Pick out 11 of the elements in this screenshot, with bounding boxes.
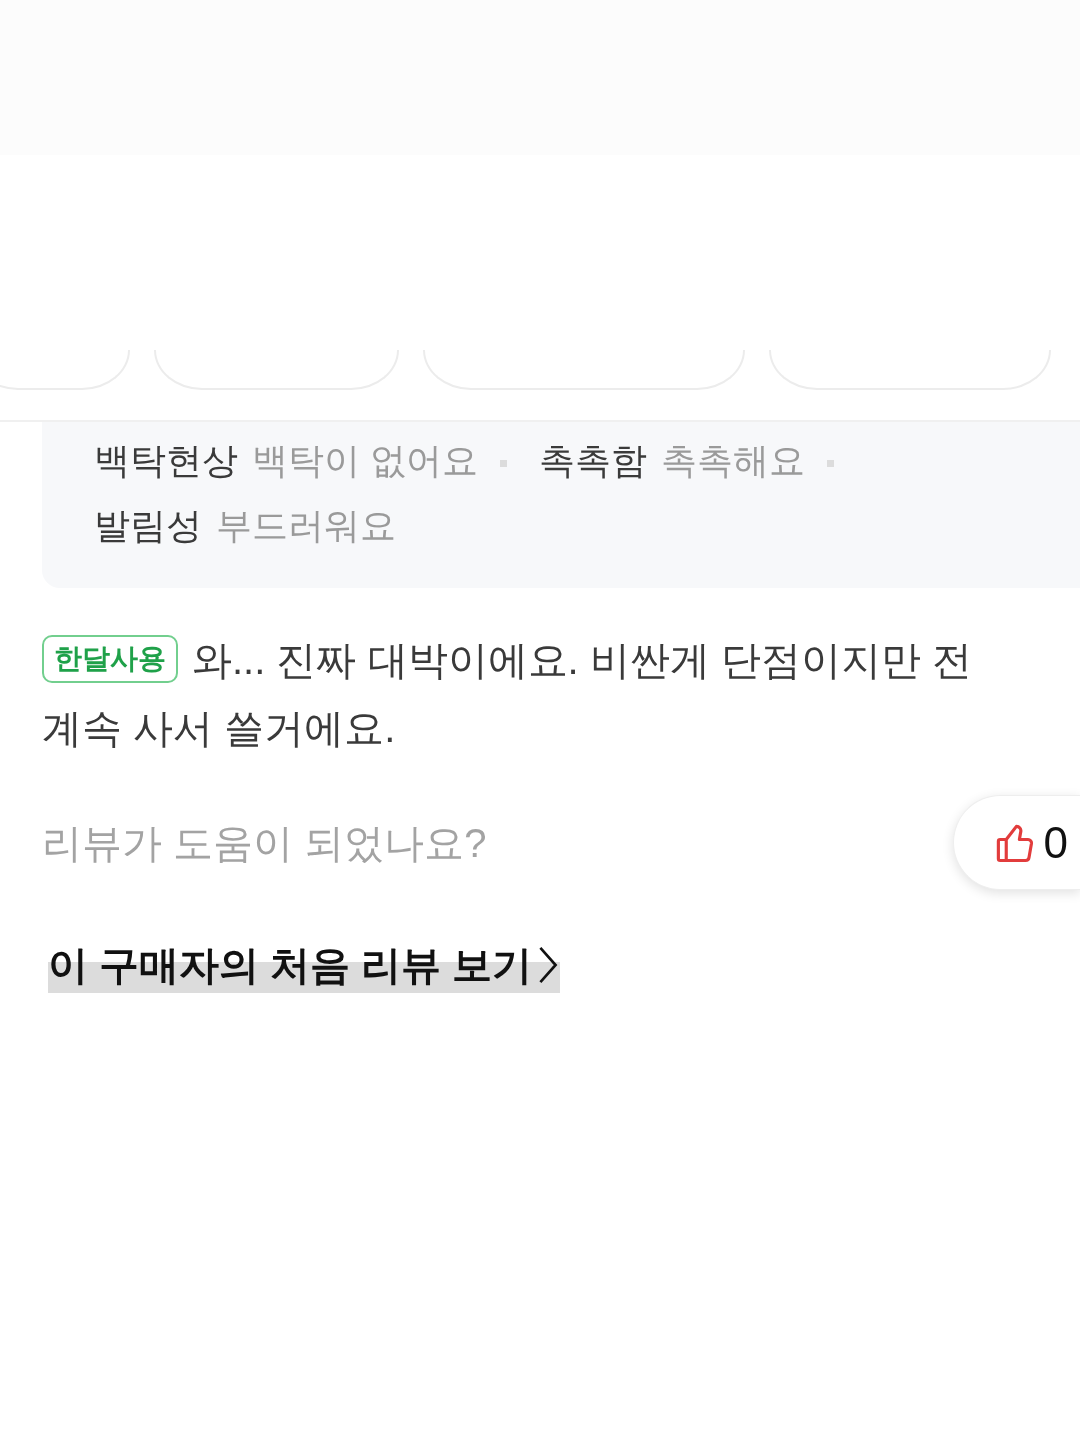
attribute-label: 백탁현상 bbox=[94, 440, 238, 481]
attribute-label: 촉촉함 bbox=[539, 440, 648, 481]
chevron-right-icon bbox=[538, 946, 559, 984]
attribute-value: 부드러워요 bbox=[216, 505, 396, 546]
like-button[interactable]: 0 bbox=[952, 795, 1080, 890]
attribute-value: 백탁이 없어요 bbox=[252, 440, 478, 481]
attribute-label: 발림성 bbox=[94, 505, 202, 546]
helpful-question: 리뷰가 도움이 되었나요? bbox=[42, 819, 487, 867]
usage-period-tag: 한달사용 bbox=[42, 635, 178, 683]
review-text: 한달사용 와... 진짜 대박이에요. 비싼게 단점이지만 전 계속 사서 쓸거에요. bbox=[42, 626, 1014, 762]
attribute-value: 촉촉해요 bbox=[661, 440, 806, 481]
